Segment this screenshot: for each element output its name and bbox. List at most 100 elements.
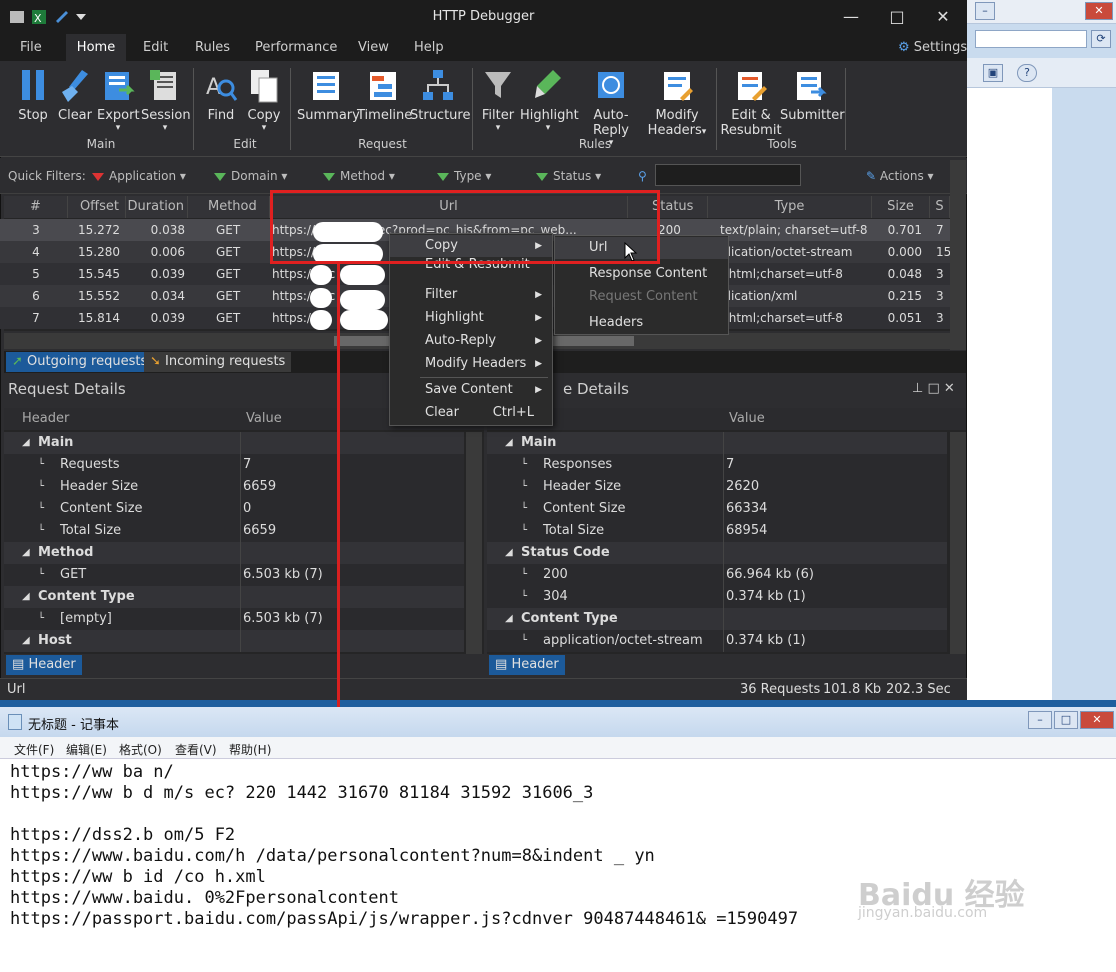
maximize-button[interactable]: □ [877, 5, 917, 29]
page-icon[interactable]: ▣ [983, 64, 1003, 82]
panel-controls[interactable]: ⊥ □ ✕ [912, 381, 955, 396]
notepad-text-line[interactable]: https://www.baidu. 0%2Fpersonalcontent [10, 888, 399, 908]
notepad-menu-file[interactable]: 文件(F) [14, 741, 54, 758]
notepad-maximize-button[interactable]: □ [1054, 711, 1078, 729]
clear-button[interactable]: Clear [57, 68, 93, 123]
details-row[interactable]: └ 304 0.374 kb (1) [487, 586, 947, 608]
notepad-text-line[interactable]: https://www.baidu.com/h /data/personalco… [10, 846, 655, 866]
details-row[interactable]: └ Total Size 68954 [487, 520, 947, 542]
type-filter[interactable]: Type ▾ [437, 169, 491, 183]
details-row[interactable]: └ Content Size 66334 [487, 498, 947, 520]
copy-button[interactable]: Copy ▾ [245, 68, 283, 133]
details-section-row[interactable]: ◢ Method [4, 542, 464, 564]
export-button[interactable]: Export ▾ [97, 68, 140, 133]
response-header-tab[interactable]: ▤ Header [489, 655, 565, 675]
details-row[interactable]: └ Responses 7 [487, 454, 947, 476]
col-method[interactable]: Method [188, 196, 270, 218]
notepad-text-line[interactable]: https://dss2.b om/5 F2 [10, 825, 235, 845]
col-type[interactable]: Type [708, 196, 872, 218]
find-button[interactable]: A Find [202, 68, 240, 123]
help-icon[interactable]: ? [1017, 64, 1037, 82]
submitter-button[interactable]: Submitter [780, 68, 845, 123]
col-duration[interactable]: Duration [126, 196, 188, 218]
tab-outgoing-requests[interactable]: ➚ Outgoing requests [6, 352, 154, 372]
timeline-button[interactable]: Timeline [357, 68, 412, 123]
details-section-row[interactable]: ◢ Content Type [4, 586, 464, 608]
session-button[interactable]: Session ▾ [141, 68, 191, 133]
menu-item-filter[interactable]: Filter ▶ [390, 284, 552, 306]
menu-file[interactable]: File [20, 40, 42, 55]
details-section-row[interactable]: ◢ Host [4, 630, 464, 652]
notepad-menu-edit[interactable]: 编辑(E) [66, 741, 107, 758]
notepad-menu-view[interactable]: 查看(V) [175, 741, 217, 758]
stop-button[interactable]: Stop [14, 68, 52, 123]
minimize-button[interactable]: — [831, 5, 871, 29]
details-row[interactable]: └ Total Size 6659 [4, 520, 464, 542]
structure-button[interactable]: Structure [410, 68, 470, 123]
method-filter[interactable]: Method ▾ [323, 169, 395, 183]
notepad-menu-help[interactable]: 帮助(H) [229, 741, 271, 758]
settings-button[interactable]: ⚙ Settings [898, 40, 967, 55]
notepad-text-line[interactable]: https://ww b id /co h.xml [10, 867, 266, 887]
menu-item-save-content[interactable]: Save Content ▶ [390, 379, 552, 401]
response-details-scrollbar[interactable] [950, 432, 966, 654]
col-offset[interactable]: Offset [68, 196, 126, 218]
highlight-button[interactable]: Highlight ▾ [520, 68, 579, 133]
request-details-scrollbar[interactable] [466, 432, 482, 654]
filter-button[interactable]: Filter ▾ [478, 68, 518, 133]
details-row[interactable]: └ application/octet-stream 0.374 kb (1) [487, 630, 947, 652]
modify-headers-button[interactable]: Modify Headers▾ [646, 68, 708, 138]
resubmit-label: Resubmit [720, 123, 782, 138]
notepad-minimize-button[interactable]: – [1028, 711, 1052, 729]
notepad-close-button[interactable]: ✕ [1080, 711, 1114, 729]
search-input[interactable] [655, 164, 801, 186]
submenu-item-headers[interactable]: Headers [555, 312, 728, 334]
details-row[interactable]: └ Requests 7 [4, 454, 464, 476]
collapse-icon: ◢ [22, 591, 30, 602]
menu-edit[interactable]: Edit [143, 40, 168, 55]
domain-filter[interactable]: Domain ▾ [214, 169, 287, 183]
menu-item-highlight[interactable]: Highlight ▶ [390, 307, 552, 329]
notepad-menu-format[interactable]: 格式(O) [119, 741, 162, 758]
details-row[interactable]: └ GET 6.503 kb (7) [4, 564, 464, 586]
col-size[interactable]: Size [872, 196, 930, 218]
menu-item-auto-reply[interactable]: Auto-Reply ▶ [390, 330, 552, 352]
edit-resubmit-button[interactable]: Edit & Resubmit [720, 68, 782, 138]
menu-item-modify-headers[interactable]: Modify Headers ▶ [390, 353, 552, 375]
refresh-icon[interactable]: ⟳ [1091, 30, 1111, 48]
status-filter[interactable]: Status ▾ [536, 169, 601, 183]
details-section-row[interactable]: ◢ Status Code [487, 542, 947, 564]
details-row[interactable]: └ Content Size 0 [4, 498, 464, 520]
close-button[interactable]: ✕ [923, 5, 963, 29]
menu-item-clear[interactable]: Clear Ctrl+L [390, 402, 552, 424]
details-section-row[interactable]: ◢ Main [487, 432, 947, 454]
tab-incoming-requests[interactable]: ➘ Incoming requests [144, 352, 292, 372]
summary-button[interactable]: Summary [297, 68, 360, 123]
notepad-text-line[interactable]: https://passport.baidu.com/passApi/js/wr… [10, 909, 798, 929]
request-header-tab[interactable]: ▤ Header [6, 655, 82, 675]
address-bar[interactable] [975, 30, 1087, 48]
details-section-row[interactable]: ◢ Content Type [487, 608, 947, 630]
minimize-icon[interactable]: – [975, 2, 995, 20]
column-divider [240, 564, 241, 586]
close-icon[interactable]: ✕ [1085, 2, 1113, 20]
menu-view[interactable]: View [358, 40, 389, 55]
auto-reply-button[interactable]: Auto-Reply ▾ [578, 68, 644, 148]
details-row[interactable]: └ 200 66.964 kb (6) [487, 564, 947, 586]
menu-rules[interactable]: Rules [195, 40, 230, 55]
menu-performance[interactable]: Performance [255, 40, 337, 55]
notepad-text-line[interactable]: https://ww ba n/ [10, 762, 174, 782]
details-row[interactable]: └ Header Size 6659 [4, 476, 464, 498]
submenu-item-response-content[interactable]: Response Content [555, 263, 728, 285]
menu-help[interactable]: Help [414, 40, 444, 55]
col-s[interactable]: S [930, 196, 950, 218]
menu-home[interactable]: Home [66, 34, 126, 62]
notepad-text-line[interactable]: https://ww b d m/s ec? 220 1442 31670 81… [10, 783, 593, 803]
grid-vertical-scrollbar[interactable] [950, 160, 966, 350]
details-row[interactable]: └ [empty] 6.503 kb (7) [4, 608, 464, 630]
col-num[interactable]: # [4, 196, 68, 218]
application-filter[interactable]: Application ▾ [92, 169, 186, 183]
details-row[interactable]: └ Header Size 2620 [487, 476, 947, 498]
details-section-row[interactable]: ◢ Main [4, 432, 464, 454]
actions-button[interactable]: ✎ Actions ▾ [866, 169, 934, 183]
